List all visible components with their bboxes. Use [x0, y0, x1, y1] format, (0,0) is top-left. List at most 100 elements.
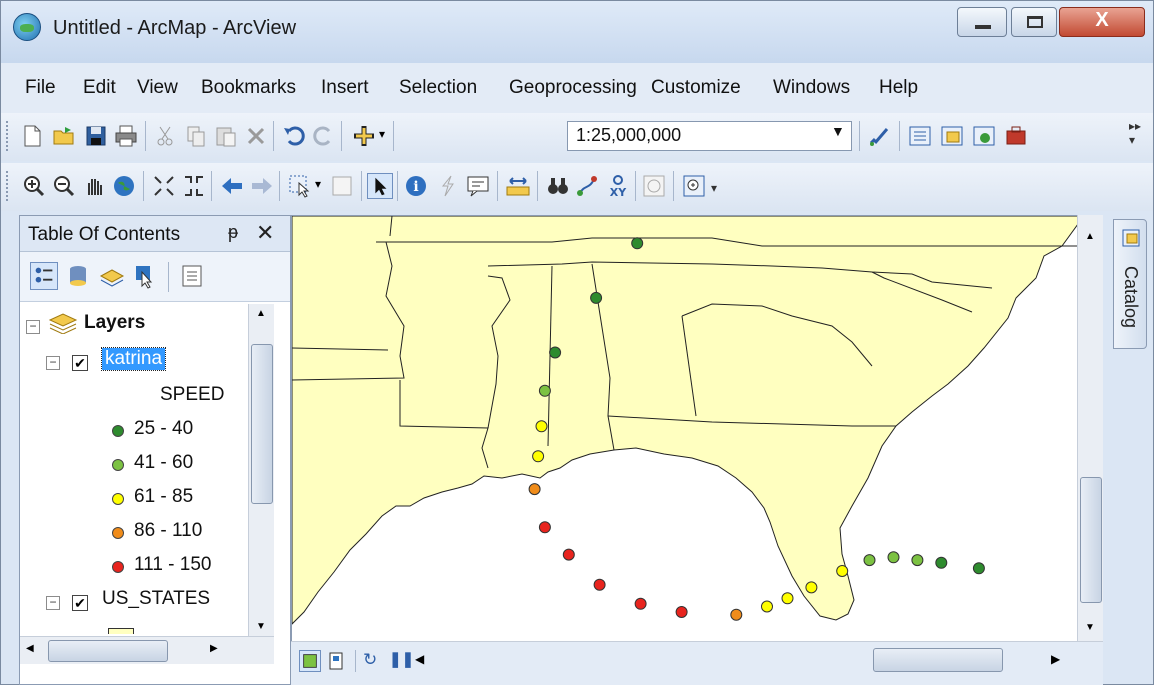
- legend-symbol-86-110[interactable]: [112, 527, 124, 539]
- maximize-button[interactable]: [1011, 7, 1057, 37]
- collapse-katrina-icon[interactable]: −: [46, 356, 60, 370]
- pause-drawing-icon[interactable]: ❚❚: [389, 650, 414, 668]
- track-point-11[interactable]: [675, 606, 688, 618]
- select-elements-arrow-icon[interactable]: [367, 173, 393, 199]
- track-point-2[interactable]: [549, 346, 562, 359]
- menu-bookmarks[interactable]: Bookmarks: [201, 77, 296, 99]
- new-document-icon[interactable]: [19, 123, 45, 149]
- scroll-left-icon[interactable]: ◀: [415, 652, 424, 666]
- track-point-21[interactable]: [972, 562, 985, 575]
- data-view-icon[interactable]: [299, 650, 321, 672]
- fixed-zoom-out-icon[interactable]: [181, 173, 207, 199]
- minimize-button[interactable]: [957, 7, 1007, 37]
- magnifier-window-icon[interactable]: [681, 173, 707, 199]
- track-point-14[interactable]: [781, 592, 794, 605]
- back-arrow-icon[interactable]: [219, 173, 245, 199]
- measure-icon[interactable]: [505, 173, 531, 199]
- zoom-out-icon[interactable]: [51, 173, 77, 199]
- full-extent-globe-icon[interactable]: [111, 173, 137, 199]
- layout-view-icon[interactable]: [325, 650, 347, 672]
- track-point-4[interactable]: [535, 420, 548, 433]
- toc-vertical-scrollbar[interactable]: ▲ ▼: [248, 304, 274, 636]
- find-binoculars-icon[interactable]: [545, 173, 571, 199]
- legend-symbol-25-40[interactable]: [112, 425, 124, 437]
- toolbar-grip[interactable]: [6, 121, 10, 151]
- collapse-layers-icon[interactable]: −: [26, 320, 40, 334]
- track-point-7[interactable]: [538, 521, 551, 534]
- delete-icon[interactable]: [243, 123, 269, 149]
- track-point-9[interactable]: [593, 578, 606, 591]
- select-dropdown-icon[interactable]: ▾: [315, 177, 321, 191]
- list-by-source-icon[interactable]: [64, 262, 92, 290]
- layers-label[interactable]: Layers: [84, 312, 145, 334]
- map-canvas[interactable]: [291, 215, 1079, 642]
- zoom-in-icon[interactable]: [21, 173, 47, 199]
- find-route-icon[interactable]: [575, 173, 601, 199]
- map-scale-input[interactable]: 1:25,000,000: [567, 121, 852, 151]
- search-window-icon[interactable]: [971, 123, 997, 149]
- scroll-right-icon[interactable]: ▶: [210, 643, 218, 654]
- add-data-icon[interactable]: [351, 123, 377, 149]
- track-point-5[interactable]: [532, 450, 545, 463]
- toolbar-overflow-icon[interactable]: ▾: [711, 181, 717, 195]
- refresh-icon[interactable]: ↻: [363, 650, 377, 670]
- html-popup-icon[interactable]: [465, 173, 491, 199]
- undo-icon[interactable]: [281, 123, 307, 149]
- menu-windows[interactable]: Windows: [773, 77, 850, 99]
- track-point-12[interactable]: [730, 608, 743, 621]
- track-point-0[interactable]: [631, 237, 644, 250]
- map-view[interactable]: [291, 215, 1103, 685]
- us-states-visibility-checkbox[interactable]: ✔: [72, 595, 88, 611]
- toc-horizontal-scrollbar[interactable]: ◀ ▶: [20, 636, 274, 664]
- redo-icon[interactable]: [311, 123, 337, 149]
- hyperlink-icon[interactable]: [435, 173, 461, 199]
- menu-view[interactable]: View: [137, 77, 178, 99]
- katrina-visibility-checkbox[interactable]: ✔: [72, 355, 88, 371]
- map-hscroll-thumb[interactable]: [873, 648, 1003, 672]
- toc-close-icon[interactable]: ✕: [256, 220, 274, 246]
- track-point-19[interactable]: [911, 554, 924, 567]
- track-point-10[interactable]: [634, 597, 647, 610]
- toc-hscroll-thumb[interactable]: [48, 640, 168, 662]
- us-states-legend-swatch[interactable]: [108, 628, 134, 634]
- scroll-up-icon[interactable]: ▲: [256, 308, 266, 319]
- pan-hand-icon[interactable]: [81, 173, 107, 199]
- identify-icon[interactable]: i: [403, 173, 429, 199]
- select-features-icon[interactable]: [287, 173, 313, 199]
- legend-symbol-61-85[interactable]: [112, 493, 124, 505]
- paste-icon[interactable]: [213, 123, 239, 149]
- print-icon[interactable]: [113, 123, 139, 149]
- table-of-contents-icon[interactable]: [907, 123, 933, 149]
- toolbar-overflow-icon[interactable]: ▸▸ ▾: [1129, 119, 1141, 147]
- track-point-17[interactable]: [863, 554, 876, 567]
- clear-selection-icon[interactable]: [329, 173, 355, 199]
- editor-toolbar-icon[interactable]: [867, 123, 893, 149]
- track-point-20[interactable]: [935, 556, 948, 569]
- track-point-13[interactable]: [761, 600, 773, 613]
- toc-scroll-thumb[interactable]: [251, 344, 273, 504]
- catalog-window-icon[interactable]: [939, 123, 965, 149]
- track-point-18[interactable]: [887, 551, 900, 564]
- scroll-right-icon[interactable]: ▶: [1051, 652, 1060, 666]
- toolbar-grip[interactable]: [6, 171, 10, 201]
- legend-symbol-111-150[interactable]: [112, 561, 124, 573]
- go-to-xy-icon[interactable]: XY: [605, 173, 631, 199]
- arctoolbox-icon[interactable]: [1003, 123, 1029, 149]
- copy-icon[interactable]: [183, 123, 209, 149]
- scroll-down-icon[interactable]: ▼: [256, 621, 266, 632]
- collapse-us-states-icon[interactable]: −: [46, 596, 60, 610]
- add-data-dropdown-icon[interactable]: ▾: [379, 127, 385, 141]
- katrina-layer-name[interactable]: katrina: [100, 347, 167, 371]
- map-scroll-thumb[interactable]: [1080, 477, 1102, 603]
- list-by-visibility-icon[interactable]: [98, 262, 126, 290]
- list-by-selection-icon[interactable]: [132, 262, 160, 290]
- menu-selection[interactable]: Selection: [399, 77, 477, 99]
- forward-arrow-icon[interactable]: [249, 173, 275, 199]
- scroll-up-icon[interactable]: ▲: [1085, 231, 1095, 242]
- scroll-down-icon[interactable]: ▼: [1085, 622, 1095, 633]
- list-by-drawing-order-icon[interactable]: [30, 262, 58, 290]
- save-icon[interactable]: [83, 123, 109, 149]
- options-icon[interactable]: [178, 262, 206, 290]
- legend-symbol-41-60[interactable]: [112, 459, 124, 471]
- menu-geoprocessing[interactable]: Geoprocessing: [509, 77, 637, 99]
